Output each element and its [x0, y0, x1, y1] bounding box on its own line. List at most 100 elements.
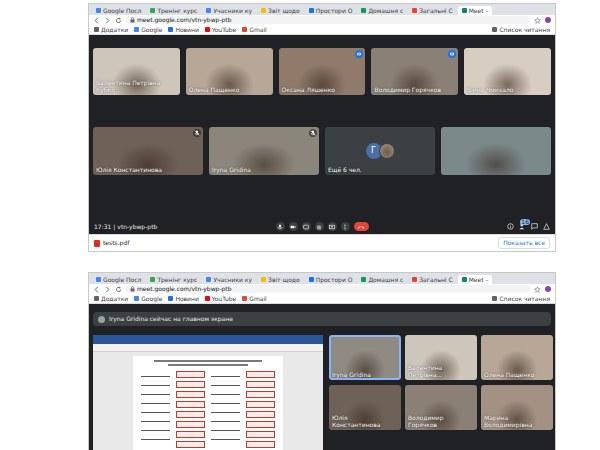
browser-tab[interactable]: Загальні С: [408, 275, 456, 284]
tab-bar: Google ПослТренінг курс Учасники ку Звіт щ…: [89, 273, 555, 284]
diagram-column: [176, 371, 205, 450]
browser-tab[interactable]: Google Посл: [92, 6, 145, 15]
favicon-icon: [361, 8, 366, 13]
participant-tile[interactable]: Марина Володимирівна: [481, 385, 553, 430]
participant-tile[interactable]: Олена Пащенко: [186, 48, 273, 95]
browser-tab[interactable]: Meet –: [458, 6, 493, 15]
reload-icon[interactable]: [115, 17, 122, 24]
participant-tile[interactable]: Юлія Константинова: [329, 385, 401, 430]
word-ribbon: [93, 344, 323, 352]
forward-icon[interactable]: [104, 17, 111, 24]
participant-name: Марина Володимирівна: [484, 414, 543, 428]
more-options-icon[interactable]: [341, 222, 350, 231]
bookmark[interactable]: Gmail: [242, 26, 267, 33]
tab-label: Учасники ку: [213, 276, 252, 283]
back-icon[interactable]: [93, 286, 100, 293]
favicon-icon: [412, 8, 417, 13]
star-icon[interactable]: [534, 286, 541, 293]
browser-tab[interactable]: Простори О: [305, 275, 357, 284]
browser-tab[interactable]: Google Посл: [92, 275, 145, 284]
url-field[interactable]: meet.google.com/vtn-ybwp-ptb: [126, 16, 530, 24]
participant-tile[interactable]: Валентина Петрівна...: [405, 335, 477, 380]
participant-tile[interactable]: Iryna Gridina: [209, 127, 319, 175]
chat-icon[interactable]: [531, 223, 538, 230]
browser-tab[interactable]: Загальні С: [408, 6, 456, 15]
browser-tab[interactable]: Звіт щодо: [257, 275, 304, 284]
document-heading: [154, 360, 261, 362]
browser-tab[interactable]: Meet –: [458, 275, 493, 284]
bookmark[interactable]: Додатки: [94, 26, 128, 33]
meeting-code: vtn-ybwp-ptb: [117, 223, 157, 231]
profile-icon[interactable]: [545, 17, 551, 23]
bookmark[interactable]: Google: [134, 26, 162, 33]
bookmark[interactable]: Gmail: [242, 295, 267, 302]
download-item[interactable]: tests.pdf: [94, 239, 498, 247]
tab-label: Google Посл: [103, 7, 141, 14]
browser-tab[interactable]: Тренінг курс: [146, 275, 201, 284]
browser-tab[interactable]: Простори О: [305, 6, 357, 15]
document-page: [133, 356, 283, 450]
captions-icon[interactable]: [302, 222, 311, 231]
star-icon[interactable]: [534, 17, 541, 24]
present-icon[interactable]: [328, 222, 337, 231]
activities-icon[interactable]: [543, 223, 550, 230]
profile-icon[interactable]: [545, 286, 551, 292]
tab-bar: Google Посл Тренінг курс Учасники ку Звіт щ…: [89, 4, 555, 15]
participant-tile[interactable]: Ірина Чмихало: [464, 48, 551, 95]
reading-list[interactable]: Список читання: [492, 295, 550, 302]
favicon-icon: [150, 277, 155, 282]
tab-label: Учасники ку: [213, 7, 252, 14]
lock-icon: [130, 17, 135, 23]
hang-up-icon[interactable]: [354, 222, 369, 231]
participant-tile[interactable]: Володимир Горячков: [371, 48, 458, 95]
participant-tile[interactable]: Валентина Петрівна Кубко: [93, 48, 180, 95]
bookmark[interactable]: Додатки: [94, 295, 128, 302]
bookmark-icon: [168, 296, 173, 301]
participant-name: Ірина Чмихало: [467, 86, 541, 93]
bookmark[interactable]: Google: [134, 295, 162, 302]
participant-tile[interactable]: Володимир Горячков: [405, 385, 477, 430]
more-participants-tile[interactable]: ГЕщё 6 чел.: [325, 127, 435, 175]
bookmark[interactable]: Новини: [168, 295, 198, 302]
participant-tile[interactable]: [441, 127, 551, 175]
browser-tab[interactable]: Учасники ку: [202, 275, 256, 284]
participant-tile[interactable]: Юлія Константинова: [93, 127, 203, 175]
browser-tab[interactable]: Домашня с: [357, 6, 407, 15]
bookmark[interactable]: YouTube: [205, 295, 236, 302]
bookmark[interactable]: Новини: [168, 26, 198, 33]
browser-tab[interactable]: Тренінг курс: [146, 6, 201, 15]
camera-icon[interactable]: [289, 222, 298, 231]
diagram-line: [211, 407, 240, 413]
video-grid: Валентина Петрівна КубкоОлена ПащенкоОкс…: [89, 35, 555, 220]
reload-icon[interactable]: [115, 286, 122, 293]
participant-tile[interactable]: Iryna Gridina: [329, 335, 401, 380]
diagram-box: [246, 421, 275, 428]
tab-label: Домашня с: [368, 7, 403, 14]
people-icon[interactable]: 16: [519, 223, 526, 230]
diagram-line: [211, 434, 240, 440]
favicon-icon: [261, 277, 266, 282]
browser-tab[interactable]: Учасники ку: [202, 6, 256, 15]
participant-strip: Iryna GridinaВалентина Петрівна...Олена …: [329, 335, 553, 450]
address-bar: meet.google.com/vtn-ybwp-ptb: [89, 15, 555, 25]
raise-hand-icon[interactable]: [315, 222, 324, 231]
favicon-icon: [462, 8, 467, 13]
back-icon[interactable]: [93, 17, 100, 24]
stage: Iryna GridinaВалентина Петрівна...Олена …: [93, 335, 551, 450]
address-bar: meet.google.com/vtn-ybwp-ptb: [89, 284, 555, 294]
reading-list[interactable]: Список читання: [492, 26, 550, 33]
info-icon[interactable]: [507, 223, 514, 230]
bookmark-icon: [134, 296, 139, 301]
microphone-icon[interactable]: [276, 222, 285, 231]
bookmark[interactable]: YouTube: [205, 26, 236, 33]
participant-tile[interactable]: Оксана Ляшенко: [279, 48, 366, 95]
tab-label: Загальні С: [419, 7, 452, 14]
forward-icon[interactable]: [104, 286, 111, 293]
browser-tab[interactable]: Звіт щодо: [257, 6, 304, 15]
browser-tab[interactable]: Домашня с: [357, 275, 407, 284]
participant-tile[interactable]: Олена Пащенко: [481, 335, 553, 380]
speaking-icon: [355, 50, 363, 58]
tab-label: Простори О: [316, 7, 353, 14]
show-all-button[interactable]: Показать все: [498, 237, 550, 249]
url-field[interactable]: meet.google.com/vtn-ybwp-ptb: [126, 285, 530, 293]
